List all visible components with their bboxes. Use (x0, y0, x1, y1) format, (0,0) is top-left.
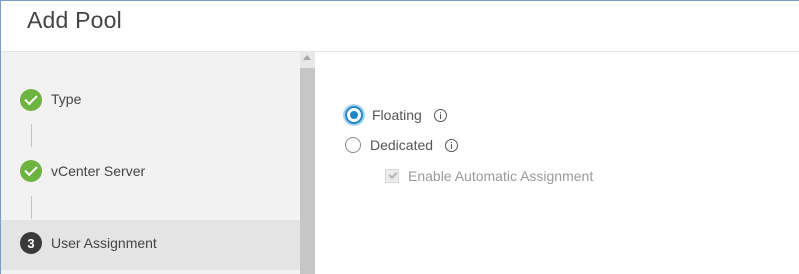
floating-radio[interactable] (345, 106, 363, 124)
auto-assign-label: Enable Automatic Assignment (408, 168, 594, 184)
step-label: vCenter Server (51, 163, 146, 179)
info-icon[interactable] (433, 108, 447, 122)
step-type[interactable]: Type (1, 75, 300, 125)
check-circle-icon (20, 89, 42, 111)
step-connector (31, 196, 32, 219)
auto-assign-checkbox (385, 169, 399, 183)
step-label: Type (51, 91, 82, 107)
dedicated-option[interactable]: Dedicated (345, 135, 459, 155)
dialog-title: Add Pool (27, 7, 122, 33)
check-circle-icon (20, 160, 42, 182)
step-label: User Assignment (51, 235, 157, 251)
step-number-badge: 3 (20, 232, 42, 254)
floating-option[interactable]: Floating (345, 105, 447, 125)
auto-assign-option: Enable Automatic Assignment (385, 168, 593, 184)
floating-label[interactable]: Floating (372, 107, 422, 123)
dedicated-radio[interactable] (345, 137, 361, 153)
dialog-header: Add Pool (1, 1, 799, 52)
add-pool-dialog: Add Pool Type vCenter Server 3 User Assi… (0, 0, 799, 274)
scrollbar-thumb[interactable] (300, 68, 315, 274)
sidebar-scrollbar[interactable] (300, 52, 315, 274)
step-vcenter-server[interactable]: vCenter Server (1, 147, 300, 197)
info-icon[interactable] (445, 138, 459, 152)
dedicated-label[interactable]: Dedicated (370, 137, 433, 153)
wizard-content: Floating Dedicated Enable Automatic Assi… (315, 52, 799, 274)
step-user-assignment[interactable]: 3 User Assignment (1, 220, 300, 270)
scroll-up-arrow-icon[interactable] (303, 55, 311, 60)
wizard-steps-sidebar: Type vCenter Server 3 User Assignment (1, 52, 300, 274)
step-connector (31, 124, 32, 147)
